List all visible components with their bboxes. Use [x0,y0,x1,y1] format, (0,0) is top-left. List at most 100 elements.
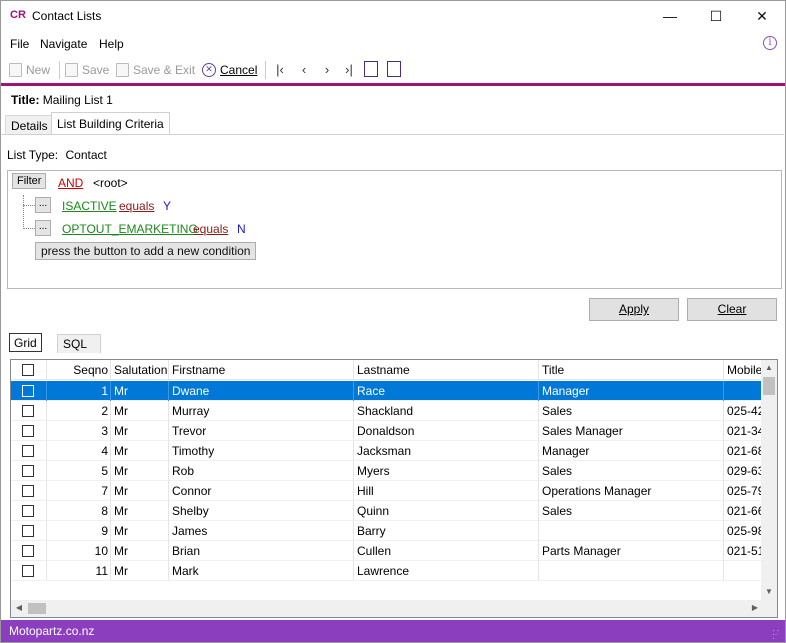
first-record-icon[interactable]: |‹ [273,62,287,77]
cell-salutation[interactable]: Mr [111,441,169,461]
cancel-button[interactable]: ✕ Cancel [202,61,257,79]
cell-salutation[interactable]: Mr [111,381,169,401]
cell-mobile[interactable]: 025-42 [724,401,763,421]
add-condition-button[interactable]: press the button to add a new condition [35,242,257,260]
cell-salutation[interactable]: Mr [111,421,169,441]
row-select[interactable] [11,421,47,441]
cell-mobile[interactable]: 025-79 [724,481,763,501]
resize-grip-icon[interactable]: · · ·· · [772,627,782,643]
cell-title[interactable]: Sales [539,401,724,421]
cell-mobile[interactable]: 029-63 [724,461,763,481]
vertical-scroll-thumb[interactable] [763,377,775,395]
row-select[interactable] [11,381,47,401]
row-checkbox[interactable] [22,425,34,437]
header-seqno[interactable]: Seqno [47,360,111,380]
row-select[interactable] [11,481,47,501]
cell-title[interactable]: Sales [539,461,724,481]
header-salutation[interactable]: Salutation [111,360,169,380]
cell-salutation[interactable]: Mr [111,561,169,581]
condition-field[interactable]: OPTOUT_EMARKETING [62,222,198,236]
cell-seqno[interactable]: 8 [47,501,111,521]
scroll-left-icon[interactable]: ◀ [11,603,27,612]
cell-mobile[interactable] [724,381,763,401]
cell-salutation[interactable]: Mr [111,461,169,481]
cell-title[interactable]: Operations Manager [539,481,724,501]
cell-title[interactable]: Sales Manager [539,421,724,441]
cell-seqno[interactable]: 2 [47,401,111,421]
cell-mobile[interactable]: 021-51 [724,541,763,561]
cell-salutation[interactable]: Mr [111,521,169,541]
info-icon[interactable]: i [763,36,777,50]
cell-mobile[interactable] [724,561,763,581]
cell-lastname[interactable]: Cullen [354,541,539,561]
cell-title[interactable]: Sales [539,501,724,521]
cell-lastname[interactable]: Shackland [354,401,539,421]
menu-navigate[interactable]: Navigate [40,37,87,51]
cell-lastname[interactable]: Myers [354,461,539,481]
vertical-scrollbar[interactable]: ▲ ▼ [761,360,777,601]
cell-lastname[interactable]: Quinn [354,501,539,521]
cell-title[interactable] [539,561,724,581]
clear-button[interactable]: Clear [687,298,777,321]
condition-operator[interactable]: equals [193,222,228,236]
cell-seqno[interactable]: 9 [47,521,111,541]
cell-firstname[interactable]: Dwane [169,381,354,401]
add-document-icon[interactable] [364,61,378,77]
table-row[interactable]: 3 Mr Trevor Donaldson Sales Manager 021-34 [11,421,763,441]
cell-salutation[interactable]: Mr [111,401,169,421]
row-checkbox[interactable] [22,385,34,397]
cell-title[interactable] [539,521,724,541]
cell-firstname[interactable]: Rob [169,461,354,481]
table-row[interactable]: 9 Mr James Barry 025-98 [11,521,763,541]
apply-button[interactable]: Apply [589,298,679,321]
cell-firstname[interactable]: Timothy [169,441,354,461]
row-checkbox[interactable] [22,445,34,457]
row-checkbox[interactable] [22,485,34,497]
minimize-button[interactable]: — [647,1,693,31]
header-mobile[interactable]: Mobile [724,360,763,380]
cell-seqno[interactable]: 11 [47,561,111,581]
cell-lastname[interactable]: Donaldson [354,421,539,441]
tab-details[interactable]: Details [5,115,54,134]
header-select-all[interactable] [11,360,47,380]
save-button[interactable]: Save [65,61,109,79]
table-row[interactable]: 2 Mr Murray Shackland Sales 025-42 [11,401,763,421]
scroll-down-icon[interactable]: ▼ [761,587,777,596]
root-operator[interactable]: AND [58,176,83,190]
cell-firstname[interactable]: Brian [169,541,354,561]
header-title[interactable]: Title [539,360,724,380]
tab-list-building-criteria[interactable]: List Building Criteria [51,112,170,135]
tab-grid[interactable]: Grid [9,333,42,352]
table-row[interactable]: 5 Mr Rob Myers Sales 029-63 [11,461,763,481]
cell-salutation[interactable]: Mr [111,501,169,521]
cell-title[interactable]: Manager [539,381,724,401]
menu-file[interactable]: File [10,37,29,51]
row-select[interactable] [11,401,47,421]
maximize-button[interactable]: ☐ [693,1,739,31]
cell-seqno[interactable]: 3 [47,421,111,441]
condition-value[interactable]: Y [163,199,171,213]
tab-sql[interactable]: SQL [57,334,101,353]
close-button[interactable]: ✕ [739,1,785,31]
previous-record-icon[interactable]: ‹ [297,62,311,77]
last-record-icon[interactable]: ›| [342,62,356,77]
row-select[interactable] [11,521,47,541]
cell-firstname[interactable]: Trevor [169,421,354,441]
cell-title[interactable]: Manager [539,441,724,461]
cell-mobile[interactable]: 025-98 [724,521,763,541]
filter-button[interactable]: Filter [12,173,47,189]
cell-lastname[interactable]: Hill [354,481,539,501]
row-checkbox[interactable] [22,405,34,417]
cell-seqno[interactable]: 5 [47,461,111,481]
export-document-icon[interactable] [387,61,401,77]
select-all-checkbox[interactable] [22,364,34,376]
cell-salutation[interactable]: Mr [111,481,169,501]
cell-seqno[interactable]: 4 [47,441,111,461]
new-button[interactable]: New [9,61,50,79]
table-row[interactable]: 1 Mr Dwane Race Manager [11,381,763,401]
scroll-up-icon[interactable]: ▲ [761,363,777,372]
next-record-icon[interactable]: › [320,62,334,77]
condition-menu-button[interactable]: ... [35,220,51,236]
cell-firstname[interactable]: Shelby [169,501,354,521]
cell-firstname[interactable]: James [169,521,354,541]
